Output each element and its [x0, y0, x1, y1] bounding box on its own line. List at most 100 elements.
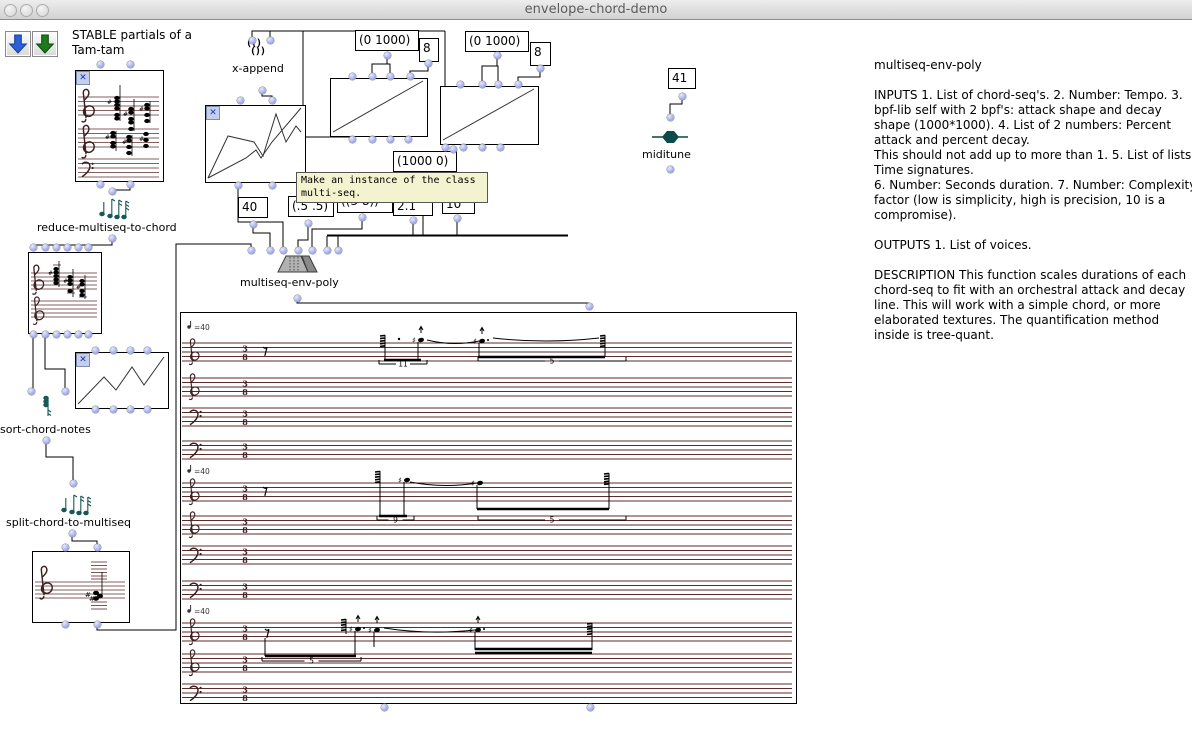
port[interactable] — [294, 295, 301, 302]
port[interactable] — [269, 182, 276, 189]
bpf-decay-box[interactable] — [440, 86, 539, 145]
port[interactable] — [144, 406, 151, 413]
chordseq-miniview-box[interactable]: ### — [28, 252, 102, 334]
multiseq-env-poly-label[interactable]: multiseq-env-poly — [240, 276, 339, 289]
port[interactable] — [75, 331, 82, 338]
port[interactable] — [94, 621, 101, 628]
port[interactable] — [442, 144, 449, 151]
port[interactable] — [97, 181, 104, 188]
port[interactable] — [667, 114, 674, 121]
port[interactable] — [295, 247, 302, 254]
port[interactable] — [381, 704, 388, 711]
value-box-midi[interactable]: 41 — [668, 68, 696, 89]
port[interactable] — [454, 215, 461, 222]
multiseq-env-poly-icon[interactable] — [277, 255, 319, 273]
port[interactable] — [586, 303, 593, 310]
port[interactable] — [127, 406, 134, 413]
comment-text[interactable]: STABLE partials of a Tam-tam — [72, 28, 204, 58]
value-box-eight-a[interactable]: 8 — [419, 38, 439, 62]
port[interactable] — [369, 136, 376, 143]
port[interactable] — [269, 97, 276, 104]
port[interactable] — [410, 217, 417, 224]
port[interactable] — [127, 181, 134, 188]
reduce-multiseq-notes-icon[interactable] — [98, 192, 132, 220]
port[interactable] — [495, 81, 502, 88]
port[interactable] — [537, 65, 544, 72]
blue-down-arrow-button[interactable] — [5, 31, 31, 57]
port[interactable] — [280, 247, 287, 254]
value-box-tempo[interactable]: 40 — [238, 197, 268, 218]
value-box-range-a[interactable]: (0 1000) — [355, 30, 419, 51]
bpf-lib-editor-box[interactable] — [205, 105, 306, 183]
port[interactable] — [259, 87, 266, 94]
split-chord-to-multiseq-label[interactable]: split-chord-to-multiseq — [6, 516, 131, 529]
port[interactable] — [349, 136, 356, 143]
port[interactable] — [69, 530, 76, 537]
port[interactable] — [110, 406, 117, 413]
port[interactable] — [62, 388, 69, 395]
multiseq-miniview-box[interactable]: ### ### — [75, 70, 164, 182]
bpf-attack-box[interactable] — [330, 78, 428, 137]
port[interactable] — [109, 235, 116, 242]
port[interactable] — [457, 81, 464, 88]
port[interactable] — [425, 60, 432, 67]
port[interactable] — [248, 247, 255, 254]
port[interactable] — [335, 247, 342, 254]
port[interactable] — [515, 81, 522, 88]
port[interactable] — [405, 136, 412, 143]
port[interactable] — [479, 81, 486, 88]
port[interactable] — [237, 97, 244, 104]
port[interactable] — [75, 244, 82, 251]
port[interactable] — [267, 37, 274, 44]
port[interactable] — [53, 244, 60, 251]
port[interactable] — [42, 331, 49, 338]
value-box-range-b[interactable]: (0 1000) — [465, 31, 529, 52]
port[interactable] — [70, 480, 77, 487]
split-chord-notes-icon[interactable] — [60, 488, 94, 516]
port[interactable] — [450, 146, 457, 153]
miditune-icon[interactable] — [652, 129, 688, 145]
port[interactable] — [92, 347, 99, 354]
port[interactable] — [144, 347, 151, 354]
port[interactable] — [387, 73, 394, 80]
port[interactable] — [62, 621, 69, 628]
port[interactable] — [92, 406, 99, 413]
blue-cross-icon[interactable]: ✕ — [76, 71, 90, 85]
port[interactable] — [85, 331, 92, 338]
value-box-eight-b[interactable]: 8 — [530, 42, 551, 66]
port[interactable] — [42, 244, 49, 251]
port[interactable] — [28, 388, 35, 395]
port[interactable] — [369, 73, 376, 80]
port[interactable] — [30, 244, 37, 251]
port[interactable] — [267, 247, 274, 254]
port[interactable] — [460, 144, 467, 151]
port[interactable] — [479, 144, 486, 151]
port[interactable] — [127, 347, 134, 354]
port[interactable] — [305, 220, 312, 227]
reduce-multiseq-to-chord-label[interactable]: reduce-multiseq-to-chord — [37, 221, 177, 234]
chord-miniview-box[interactable]: ## — [32, 551, 130, 623]
port[interactable] — [497, 144, 504, 151]
port[interactable] — [407, 73, 414, 80]
port[interactable] — [384, 52, 391, 59]
green-down-arrow-button[interactable] — [32, 31, 58, 57]
port[interactable] — [587, 704, 594, 711]
sort-chord-icon[interactable] — [40, 392, 54, 418]
x-append-label[interactable]: x-append — [232, 62, 284, 75]
port[interactable] — [235, 182, 242, 189]
port[interactable] — [94, 544, 101, 551]
port[interactable] — [249, 37, 256, 44]
port[interactable] — [43, 437, 50, 444]
port[interactable] — [62, 544, 69, 551]
port[interactable] — [85, 244, 92, 251]
port[interactable] — [53, 331, 60, 338]
port[interactable] — [679, 93, 686, 100]
port[interactable] — [494, 52, 501, 59]
port[interactable] — [109, 188, 116, 195]
port[interactable] — [349, 73, 356, 80]
blue-cross-icon[interactable]: ✕ — [76, 353, 90, 367]
port[interactable] — [309, 247, 316, 254]
port[interactable] — [97, 61, 104, 68]
port[interactable] — [110, 347, 117, 354]
value-box-env-points[interactable]: (1000 0) — [393, 151, 457, 172]
